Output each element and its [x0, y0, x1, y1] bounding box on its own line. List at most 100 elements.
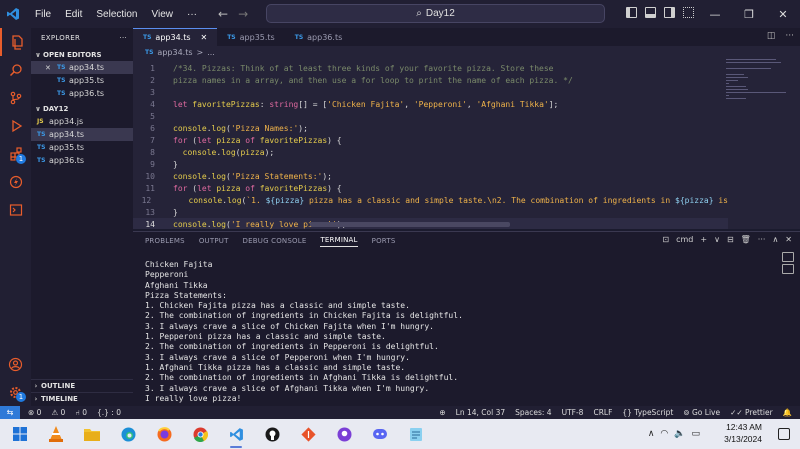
notifications-bell-icon[interactable]: 🔔	[783, 408, 792, 417]
tab-ports[interactable]: PORTS	[372, 237, 396, 245]
terminal-output[interactable]: Chicken Fajita Pepperoni Afghani Tikka Pizz…	[145, 260, 463, 404]
terminal-instance-icon[interactable]	[782, 264, 794, 274]
timeline-section[interactable]: › TIMELINE	[31, 392, 133, 405]
menu-edit[interactable]: Edit	[58, 9, 89, 20]
breadcrumb-file[interactable]: app34.ts	[157, 48, 192, 57]
tab-app34[interactable]: TS app34.ts ✕	[133, 28, 218, 46]
status-info[interactable]: {.} : 0	[97, 408, 121, 417]
vscode-taskbar-icon[interactable]	[218, 419, 254, 449]
chevron-down-icon[interactable]: ∨	[714, 235, 720, 244]
chrome-icon[interactable]	[182, 419, 218, 449]
code-line[interactable]: 4 let favoritePizzas: string[] = ['Chicke…	[133, 98, 728, 110]
open-editor-item[interactable]: TS app36.ts	[31, 87, 133, 100]
new-terminal-button[interactable]: +	[700, 235, 707, 244]
status-cursor[interactable]: Ln 14, Col 37	[456, 408, 505, 417]
code-line[interactable]: 12 console.log(`1. ${pizza} pizza has a …	[133, 194, 728, 206]
taskbar-clock[interactable]: 12:43 AM 3/13/2024	[724, 421, 762, 445]
file-item[interactable]: JS app34.js	[31, 115, 133, 128]
battery-icon[interactable]: ▭	[691, 429, 700, 439]
minimap[interactable]	[726, 59, 786, 109]
tray-chevron-up-icon[interactable]: ∧	[648, 429, 655, 439]
tab-app36[interactable]: TS app36.ts	[285, 28, 353, 46]
forward-arrow-icon[interactable]: →	[238, 7, 248, 21]
more-icon[interactable]: ···	[758, 235, 766, 244]
notifications-icon[interactable]	[778, 428, 790, 440]
wifi-icon[interactable]: ◠	[660, 429, 668, 439]
thunder-client-icon[interactable]	[0, 168, 31, 196]
toggle-panel-icon[interactable]	[645, 7, 656, 18]
horizontal-scrollbar[interactable]	[310, 222, 510, 227]
extensions-icon[interactable]: 1	[0, 140, 31, 168]
open-editor-item[interactable]: TS app35.ts	[31, 74, 133, 87]
status-warnings[interactable]: ⚠ 0	[51, 408, 65, 417]
edge-icon[interactable]	[110, 419, 146, 449]
github-desktop-icon[interactable]	[326, 419, 362, 449]
github-icon[interactable]	[254, 419, 290, 449]
git-icon[interactable]	[290, 419, 326, 449]
minimize-icon[interactable]: —	[698, 0, 732, 28]
firefox-icon[interactable]	[146, 419, 182, 449]
code-line[interactable]: 11 for (let pizza of favoritePizzas) {	[133, 182, 728, 194]
code-line[interactable]: 8 console.log(pizza);	[133, 146, 728, 158]
toggle-secondary-sidebar-icon[interactable]	[664, 7, 675, 18]
menu-file[interactable]: File	[28, 9, 58, 20]
status-golive[interactable]: ⊚ Go Live	[683, 408, 720, 417]
restore-icon[interactable]: ❐	[732, 0, 766, 28]
status-prettier[interactable]: ✓✓ Prettier	[730, 408, 773, 417]
split-editor-icon[interactable]: ◫	[767, 31, 776, 41]
file-item[interactable]: TS app35.ts	[31, 141, 133, 154]
status-spaces[interactable]: Spaces: 4	[515, 408, 551, 417]
code-line[interactable]: 13}	[133, 206, 728, 218]
code-line[interactable]: 9}	[133, 158, 728, 170]
terminal-shell[interactable]: cmd	[676, 235, 693, 244]
tab-problems[interactable]: PROBLEMS	[145, 237, 185, 245]
file-item[interactable]: TS app34.ts	[31, 128, 133, 141]
menu-selection[interactable]: Selection	[89, 9, 144, 20]
remote-indicator-icon[interactable]: ⇆	[0, 406, 20, 419]
customize-layout-icon[interactable]	[683, 7, 694, 18]
status-eol[interactable]: CRLF	[593, 408, 612, 417]
run-debug-icon[interactable]	[0, 112, 31, 140]
volume-icon[interactable]: 🔈	[674, 429, 685, 439]
code-line[interactable]: 1 /*34. Pizzas: Think of at least three k…	[133, 62, 728, 74]
code-editor[interactable]: 1 /*34. Pizzas: Think of at least three k…	[133, 59, 800, 229]
source-control-icon[interactable]	[0, 84, 31, 112]
outline-section[interactable]: › OUTLINE	[31, 379, 133, 392]
folder-section[interactable]: ∨ DAY12	[31, 102, 133, 115]
breadcrumb-more[interactable]: ...	[207, 48, 215, 57]
windows-start-icon[interactable]	[2, 419, 38, 449]
tab-app35[interactable]: TS app35.ts	[217, 28, 285, 46]
toggle-sidebar-icon[interactable]	[626, 7, 637, 18]
close-panel-icon[interactable]: ✕	[785, 235, 792, 244]
code-line[interactable]: 2 pizza names in a array, and then use a …	[133, 74, 728, 86]
status-encoding[interactable]: UTF-8	[562, 408, 584, 417]
code-line[interactable]: 10 console.log('Pizza Statements:');	[133, 170, 728, 182]
code-line[interactable]: 3	[133, 86, 728, 98]
tab-terminal[interactable]: TERMINAL	[320, 236, 358, 247]
explorer-more-icon[interactable]: ···	[119, 34, 133, 42]
menu-more[interactable]: ···	[180, 9, 204, 20]
open-editor-item[interactable]: ✕ TS app34.ts	[31, 61, 133, 74]
more-actions-icon[interactable]: ···	[785, 31, 794, 41]
code-line[interactable]: 6 console.log('Pizza Names:');	[133, 122, 728, 134]
zoom-icon[interactable]: ⊕	[439, 408, 445, 417]
explorer-icon[interactable]	[0, 28, 31, 56]
status-errors[interactable]: ⊗ 0	[28, 408, 41, 417]
command-center-search[interactable]: ⌕ Day12	[266, 4, 605, 23]
close-window-icon[interactable]: ✕	[766, 0, 800, 28]
file-item[interactable]: TS app36.ts	[31, 154, 133, 167]
terminal-instance-icon[interactable]	[782, 252, 794, 262]
search-icon[interactable]	[0, 56, 31, 84]
menu-view[interactable]: View	[145, 9, 181, 20]
manage-gear-icon[interactable]: 1	[0, 378, 31, 406]
close-icon[interactable]: ✕	[201, 33, 208, 42]
status-ports[interactable]: ⑁ 0	[75, 408, 87, 417]
tab-debug-console[interactable]: DEBUG CONSOLE	[243, 237, 307, 245]
trash-icon[interactable]: 🗑	[741, 235, 751, 244]
back-arrow-icon[interactable]: ←	[218, 7, 228, 21]
discord-icon[interactable]	[362, 419, 398, 449]
notepad-icon[interactable]	[398, 419, 434, 449]
vlc-icon[interactable]	[38, 419, 74, 449]
status-language[interactable]: {} TypeScript	[622, 408, 673, 417]
open-editors-section[interactable]: ∨ OPEN EDITORS	[31, 48, 133, 61]
